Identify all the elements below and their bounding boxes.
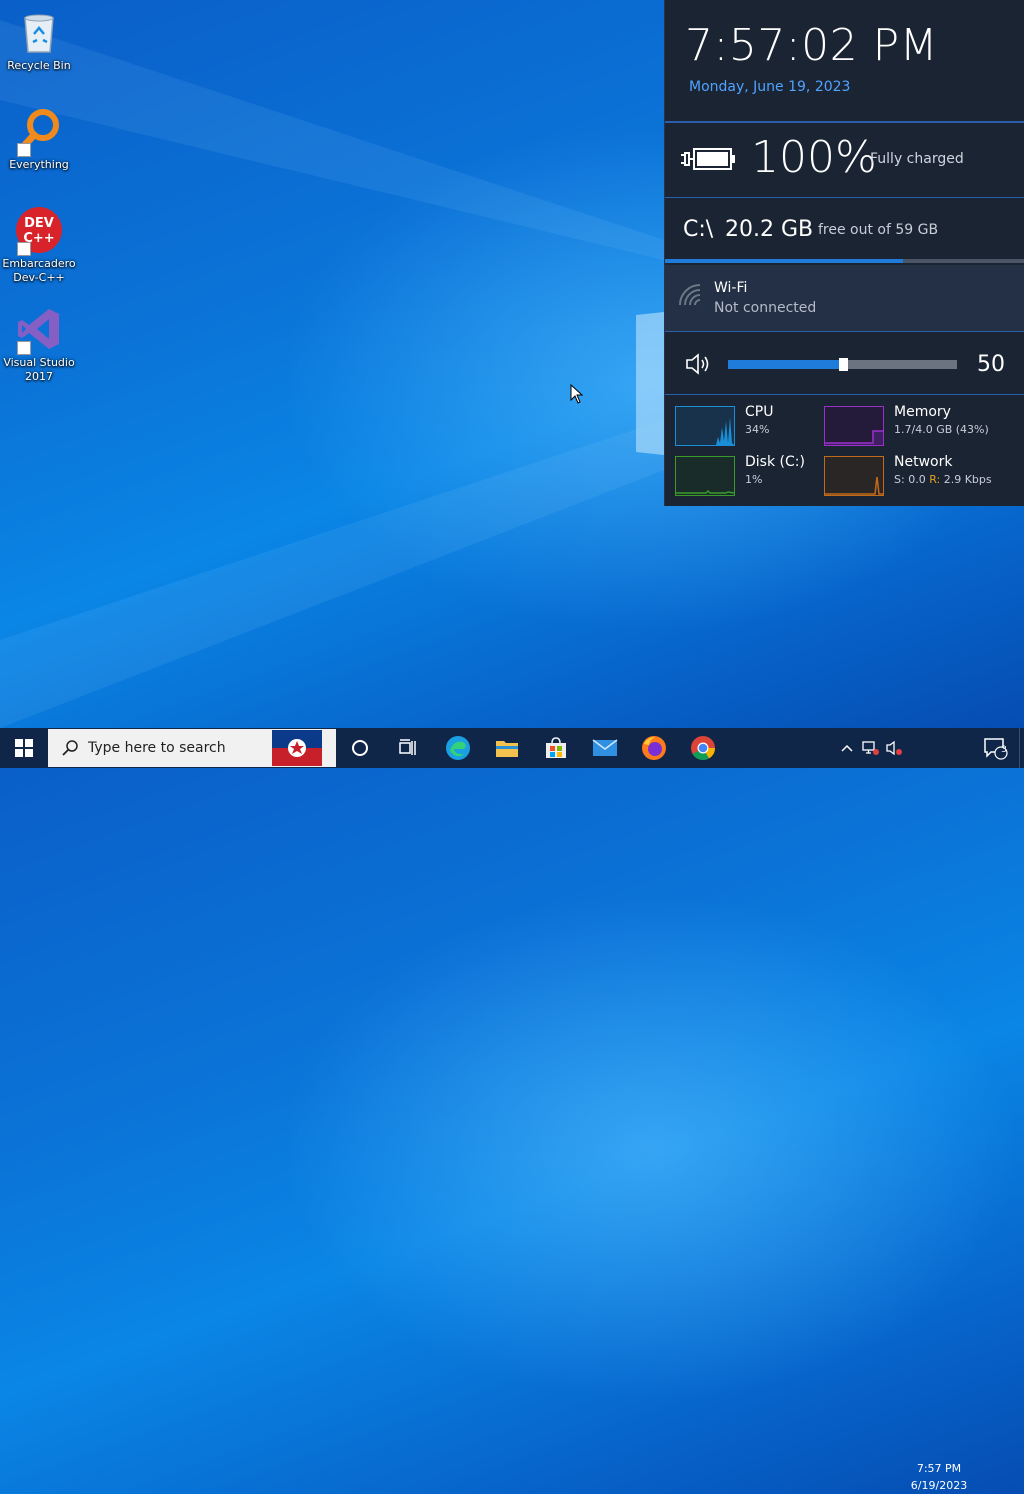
wifi-section[interactable] (665, 265, 1024, 331)
volume-tray-button[interactable] (884, 728, 906, 768)
drive-free-space: 20.2 GB (725, 217, 814, 242)
devcpp-icon: DEV C++ (15, 206, 63, 256)
battery-percentage: 100% (751, 132, 877, 183)
memory-value: 1.7/4.0 GB (43%) (894, 423, 989, 436)
desktop-icon-recycle-bin[interactable]: Recycle Bin (2, 8, 76, 73)
magnifier-icon (15, 107, 63, 157)
task-view-icon (399, 739, 416, 755)
network-tray-button[interactable] (860, 728, 882, 768)
taskbar-firefox[interactable] (630, 728, 678, 768)
desktop-icon-label: Visual Studio 2017 (3, 356, 75, 383)
task-view-button[interactable] (384, 728, 432, 768)
cpu-graph[interactable] (675, 406, 735, 446)
desktop-icon-everything[interactable]: Everything (2, 107, 76, 172)
start-button[interactable] (0, 728, 48, 768)
battery-charging-icon (681, 148, 735, 170)
taskbar-chrome[interactable] (679, 728, 727, 768)
taskbar-file-explorer[interactable] (483, 728, 531, 768)
battery-status: Fully charged (870, 151, 964, 167)
show-desktop-button[interactable] (1019, 728, 1024, 768)
taskbar-store[interactable] (532, 728, 580, 768)
wifi-icon (679, 284, 701, 306)
shortcut-arrow-icon (17, 143, 31, 157)
store-bag-icon (546, 737, 566, 758)
wifi-title: Wi-Fi (714, 280, 748, 296)
tray-time: 7:57 PM (916, 1462, 962, 1475)
windows-logo-icon (15, 739, 33, 757)
network-graph[interactable] (824, 456, 884, 496)
divider (665, 394, 1024, 395)
show-hidden-icons-button[interactable] (836, 728, 858, 768)
search-placeholder: Type here to search (88, 740, 226, 756)
taskbar-mail[interactable] (581, 728, 629, 768)
shortcut-arrow-icon (17, 242, 31, 256)
network-label: Network (894, 454, 953, 470)
disk-graph[interactable] (675, 456, 735, 496)
folder-icon (496, 741, 518, 757)
cortana-button[interactable] (336, 728, 384, 768)
shortcut-arrow-icon (17, 341, 31, 355)
mail-envelope-icon (592, 739, 618, 756)
cpu-label: CPU (745, 404, 774, 420)
network-send-value: 0.0 (908, 473, 926, 486)
svg-text:DEV: DEV (24, 216, 54, 231)
volume-value: 50 (977, 352, 1005, 377)
clock-date: Monday, June 19, 2023 (689, 79, 851, 95)
recycle-bin-icon (15, 8, 63, 56)
drive-letter: C:\ (683, 217, 714, 242)
network-send-label: S: (894, 473, 905, 486)
search-icon (62, 740, 78, 756)
mouse-cursor-icon (570, 384, 584, 404)
drive-usage-fill (665, 259, 903, 263)
desktop-icon-visual-studio[interactable]: Visual Studio 2017 (2, 305, 76, 384)
volume-slider-fill (728, 360, 843, 369)
divider (665, 331, 1024, 332)
disk-label: Disk (C:) (745, 454, 805, 470)
network-recv-value: 2.9 Kbps (943, 473, 992, 486)
cortana-circle-icon (352, 740, 368, 756)
speaker-icon[interactable] (685, 352, 713, 376)
disk-value: 1% (745, 473, 763, 486)
clock-time: 7:57:02 PM (685, 20, 939, 71)
edge-icon (446, 736, 470, 760)
visual-studio-icon (15, 305, 63, 355)
volume-muted-icon (886, 740, 902, 756)
memory-graph[interactable] (824, 406, 884, 446)
cpu-value: 34% (745, 423, 770, 436)
search-highlight-image (272, 730, 322, 766)
tray-date: 6/19/2023 (910, 1479, 968, 1492)
system-info-flyout: 7:57:02 PM Monday, June 19, 2023 100% Fu… (664, 0, 1024, 506)
volume-slider[interactable] (728, 358, 957, 371)
desktop-icon-devcpp[interactable]: DEV C++ Embarcadero Dev-C++ (2, 206, 76, 285)
divider (665, 197, 1024, 198)
taskbar-edge[interactable] (434, 728, 482, 768)
desktop-icon-label: Everything (9, 158, 69, 171)
chevron-up-icon (841, 744, 853, 752)
wifi-status: Not connected (714, 300, 817, 316)
action-center-button[interactable]: 3 (976, 728, 1016, 768)
volume-slider-thumb[interactable] (838, 358, 848, 371)
windows-logo-fragment (636, 312, 664, 455)
network-value: S: 0.0 R: 2.9 Kbps (894, 473, 992, 486)
drive-usage-bar (665, 259, 1024, 263)
desktop-icon-label: Recycle Bin (7, 59, 71, 72)
tray-clock[interactable]: 7:57 PM 6/19/2023 (908, 1460, 970, 1494)
firefox-icon (642, 736, 666, 760)
taskbar-search-box[interactable]: Type here to search (48, 729, 336, 767)
memory-label: Memory (894, 404, 951, 420)
chrome-icon (691, 736, 715, 761)
network-recv-label: R: (929, 473, 941, 486)
notification-count-badge: 3 (1001, 745, 1007, 755)
desktop-icon-label: Embarcadero Dev-C++ (2, 257, 76, 284)
drive-capacity-text: free out of 59 GB (818, 222, 939, 238)
network-disconnected-icon (862, 741, 879, 755)
